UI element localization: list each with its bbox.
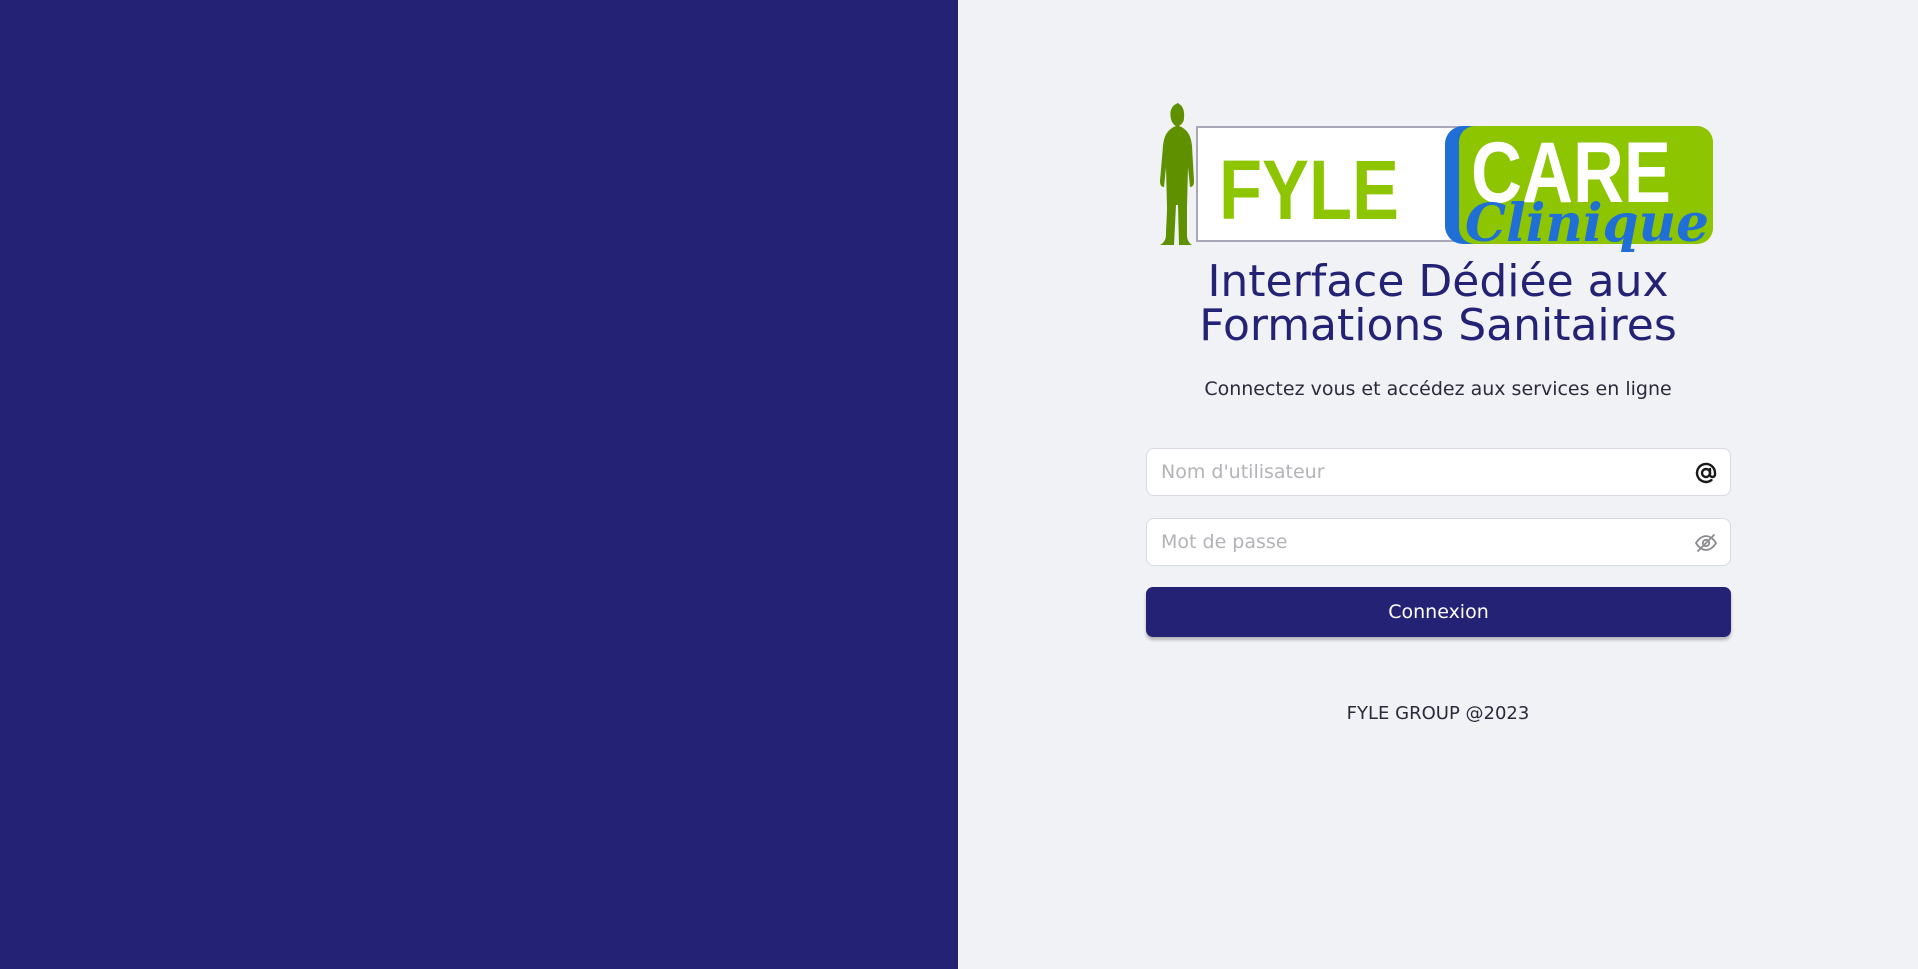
connexion-button[interactable]: Connexion <box>1146 587 1731 637</box>
left-brand-panel <box>0 0 958 969</box>
page-title-line-1: Interface Dédiée aux <box>1207 256 1669 307</box>
password-field <box>1146 518 1731 566</box>
username-input[interactable] <box>1147 449 1681 495</box>
logo-fyle-text: FYLE <box>1219 143 1399 237</box>
person-silhouette-icon <box>1160 103 1194 245</box>
eye-off-icon[interactable] <box>1694 531 1718 555</box>
footer-copyright: FYLE GROUP @2023 <box>1346 703 1530 724</box>
login-panel: FYLE CARE Clinique Interface Dédiée aux … <box>958 0 1918 969</box>
login-page: FYLE CARE Clinique Interface Dédiée aux … <box>0 0 1918 969</box>
page-title: Interface Dédiée aux Formations Sanitair… <box>958 260 1918 348</box>
logo-clinique-text: Clinique <box>1465 193 1709 254</box>
password-input[interactable] <box>1147 519 1681 565</box>
at-icon <box>1695 462 1717 484</box>
page-subtitle: Connectez vous et accédez aux services e… <box>1204 378 1672 400</box>
username-field <box>1146 448 1731 496</box>
fyle-care-logo: FYLE CARE Clinique <box>1159 101 1715 257</box>
page-title-line-2: Formations Sanitaires <box>1199 300 1677 351</box>
